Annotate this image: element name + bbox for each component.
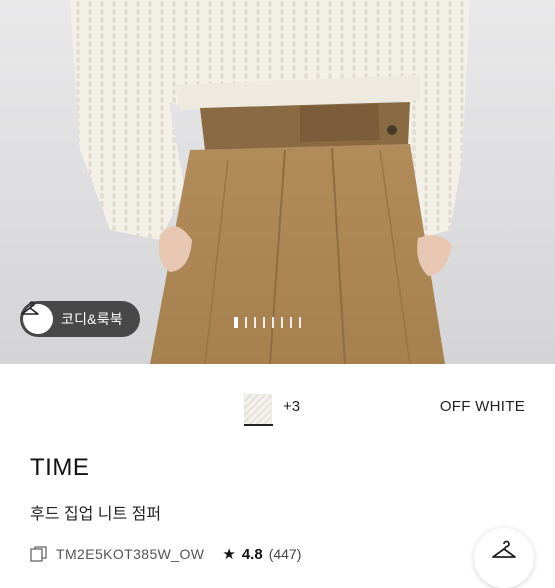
copy-icon[interactable] [30, 546, 48, 562]
page-dot[interactable] [272, 316, 274, 328]
page-dot[interactable] [290, 316, 292, 328]
page-dot[interactable] [245, 316, 247, 328]
product-photo-gallery[interactable]: 코디&룩북 [0, 0, 555, 364]
rating-value: 4.8 [241, 545, 263, 563]
page-dot[interactable] [299, 316, 301, 328]
codi-lookbook-label: 코디&룩북 [61, 311, 123, 327]
product-code: TM2E5KOT385W_OW [56, 546, 205, 562]
selected-swatch-underline [244, 424, 273, 426]
hanger-icon [21, 301, 53, 334]
page-dot[interactable] [254, 316, 256, 328]
page-dot[interactable] [234, 316, 238, 328]
codi-lookbook-button[interactable]: 코디&룩북 [20, 301, 140, 337]
page-dot[interactable] [281, 316, 283, 328]
color-selector: +3 OFF WHITE [0, 364, 555, 434]
brand-name[interactable]: TIME [30, 454, 89, 482]
selected-color-name: OFF WHITE [439, 398, 525, 415]
color-swatch-selected[interactable] [244, 394, 272, 426]
codi-floating-button[interactable] [474, 528, 534, 588]
more-colors-count[interactable]: +3 [283, 398, 300, 415]
gallery-page-indicator [234, 316, 301, 328]
review-count[interactable]: (447) [269, 546, 302, 562]
product-meta-row: TM2E5KOT385W_OW ★ 4.8 (447) [30, 544, 301, 564]
star-icon: ★ [222, 546, 236, 563]
page-dot[interactable] [263, 316, 265, 328]
product-name: 후드 집업 니트 점퍼 [30, 506, 162, 523]
hanger-icon [491, 540, 517, 565]
